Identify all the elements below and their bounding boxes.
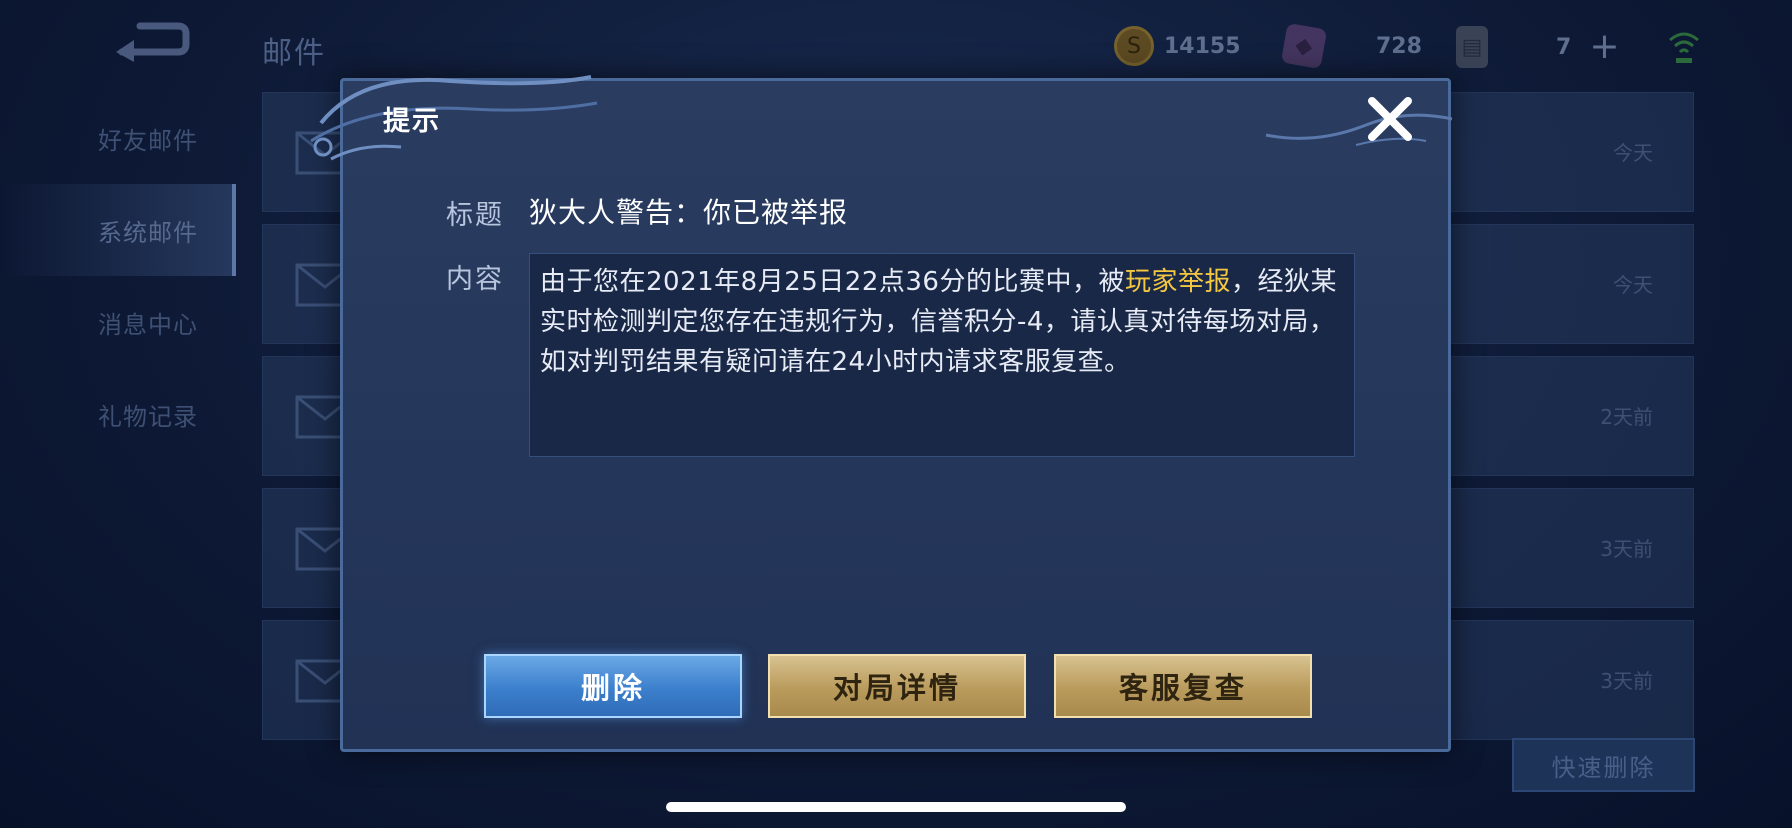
gold-value: 14155 [1164,33,1241,59]
subject-label: 标题 [446,200,504,231]
delete-button[interactable]: 删除 [484,654,742,718]
sidebar-item-friend-mail[interactable]: 好友邮件 [0,92,236,184]
mail-date: 3天前 [1600,669,1653,693]
mail-sidebar: 好友邮件 系统邮件 消息中心 礼物记录 [0,92,236,460]
mail-subject: 狄大人警告：你已被举报 [529,196,849,229]
close-icon [1368,97,1412,141]
close-button[interactable] [1362,91,1418,147]
gem-icon: ◆ [1280,22,1328,70]
match-details-button[interactable]: 对局详情 [768,654,1026,718]
sidebar-item-gift-records[interactable]: 礼物记录 [0,368,236,460]
gem-currency: ◆ 728 [1280,22,1422,70]
card-currency: ▤ 7 + [1456,26,1619,68]
content-label: 内容 [446,264,504,295]
card-value: 7 [1556,34,1572,60]
mail-content: 由于您在2021年8月25日22点36分的比赛中，被玩家举报，经狄某实时检测判定… [529,253,1355,457]
background: 邮件 S 14155 ◆ 728 ▤ 7 + 好友邮件 系统邮件 消息中心 礼物… [0,0,1792,828]
cloud-ornament-icon [1265,113,1453,146]
support-review-button[interactable]: 客服复查 [1054,654,1312,718]
mail-date: 2天前 [1600,405,1653,429]
mail-date: 今天 [1613,141,1653,165]
wifi-icon [1668,28,1700,64]
player-report-highlight: 玩家举报 [1124,267,1231,297]
home-indicator[interactable] [666,802,1126,812]
gold-coin-icon: S [1114,26,1154,66]
quick-delete-button[interactable]: 快速删除 [1512,738,1695,792]
sidebar-item-system-mail[interactable]: 系统邮件 [0,184,236,276]
gem-value: 728 [1376,33,1422,59]
sidebar-item-message-center[interactable]: 消息中心 [0,276,236,368]
scroll-ornament-icon [310,75,598,161]
notice-dialog: 提示 标题 狄大人警告：你已被举报 内容 由于您在2021年8月25日22点36… [310,75,1453,752]
back-icon[interactable] [112,22,190,66]
dialog-title: 提示 [383,106,441,137]
mail-date: 今天 [1613,273,1653,297]
gold-currency: S 14155 [1114,26,1241,66]
add-card-button[interactable]: + [1589,29,1619,65]
mail-date: 3天前 [1600,537,1653,561]
card-icon: ▤ [1456,26,1488,68]
content-text: 由于您在2021年8月25日22点36分的比赛中，被 [540,267,1125,297]
